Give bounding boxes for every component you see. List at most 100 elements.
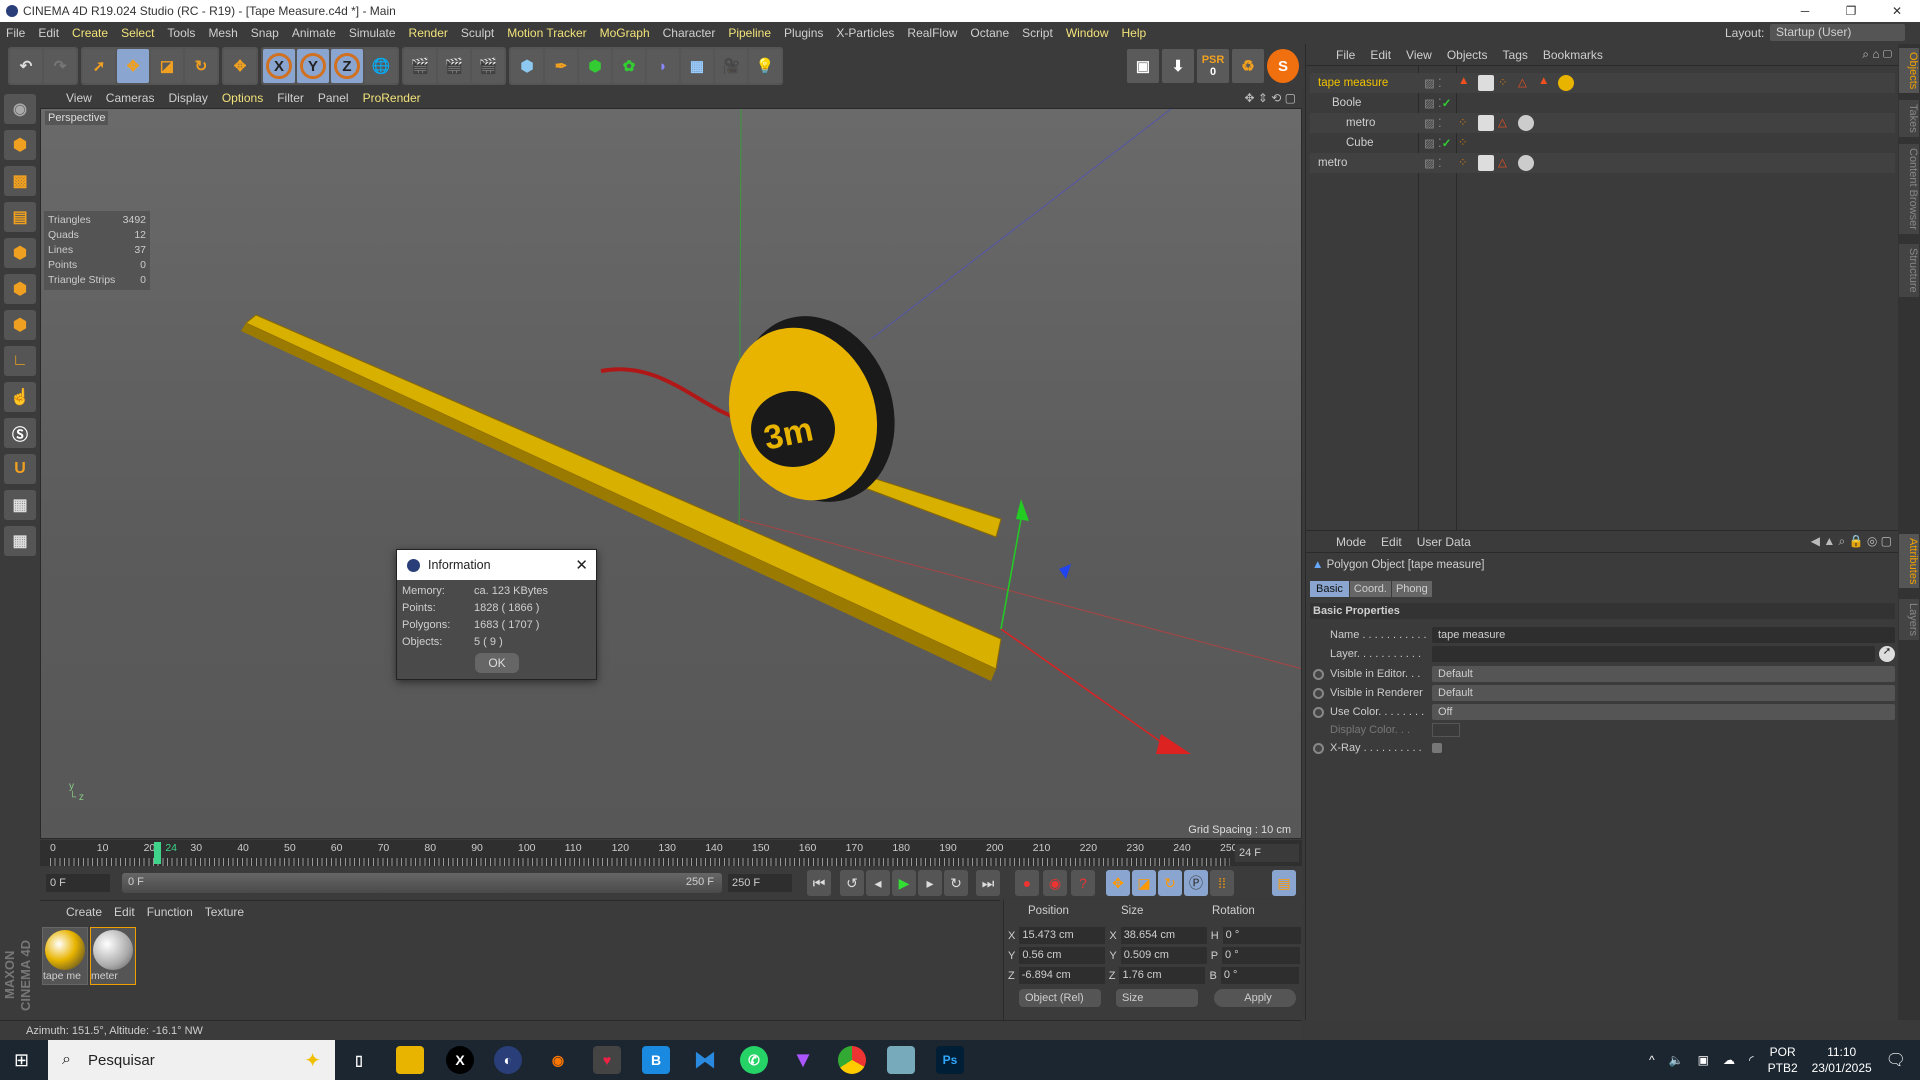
menu-script[interactable]: Script bbox=[1022, 26, 1053, 40]
material-tape-measure[interactable]: tape me bbox=[42, 927, 88, 985]
start-frame-field[interactable]: 0 F bbox=[46, 874, 110, 892]
render-settings-icon[interactable]: 🎬 bbox=[472, 49, 504, 83]
texture-tag-icon[interactable] bbox=[1478, 115, 1494, 131]
coordinate-mode-dropdown[interactable]: Object (Rel) bbox=[1019, 989, 1101, 1007]
taskbar-search[interactable]: ⌕ Pesquisar ✦ bbox=[48, 1040, 335, 1080]
recycle-icon[interactable]: ♻ bbox=[1232, 49, 1264, 83]
tab-coord[interactable]: Coord. bbox=[1349, 581, 1391, 597]
b-app-icon[interactable]: B bbox=[642, 1046, 670, 1074]
workplane-icon[interactable]: ▤ bbox=[4, 202, 36, 232]
viewport-menu-filter[interactable]: Filter bbox=[277, 91, 304, 105]
viewport-menu-cameras[interactable]: Cameras bbox=[106, 91, 155, 105]
polygon-selection-tag-icon[interactable]: ▲ bbox=[1538, 75, 1554, 91]
subdivision-icon[interactable]: ⬢ bbox=[579, 49, 611, 83]
s-plugin-icon[interactable]: S bbox=[1267, 49, 1299, 83]
use-color-dropdown[interactable]: Off bbox=[1432, 704, 1895, 720]
menu-x-particles[interactable]: X-Particles bbox=[836, 26, 894, 40]
uvw-tag-icon[interactable]: ⁘ bbox=[1458, 115, 1474, 131]
undo-icon[interactable]: ↶ bbox=[10, 49, 42, 83]
go-to-start-icon[interactable]: ⏮ bbox=[807, 870, 831, 896]
windows-start-icon[interactable]: ⊞ bbox=[14, 1050, 29, 1071]
frame-range-slider[interactable]: 0 F 250 F bbox=[122, 873, 722, 893]
material-meter[interactable]: meter bbox=[90, 927, 136, 985]
layout-dropdown[interactable]: Startup (User) bbox=[1770, 24, 1905, 41]
animate-radio[interactable] bbox=[1313, 687, 1324, 699]
obj-menu-objects[interactable]: Objects bbox=[1447, 48, 1488, 62]
vscode-icon[interactable]: ⧓ bbox=[691, 1046, 719, 1074]
menu-select[interactable]: Select bbox=[121, 26, 154, 40]
grid-icon[interactable]: ▦ bbox=[4, 526, 36, 556]
menu-help[interactable]: Help bbox=[1122, 26, 1147, 40]
heart-app-icon[interactable]: ♥ bbox=[593, 1046, 621, 1074]
selection-tag-icon[interactable]: △ bbox=[1498, 155, 1514, 171]
camera-tray-icon[interactable]: ▣ bbox=[1698, 1053, 1709, 1067]
menu-render[interactable]: Render bbox=[409, 26, 448, 40]
3d-viewport[interactable]: 3m Perspective Triangles 3492 Quads 12 Lin… bbox=[40, 108, 1302, 839]
y-axis-lock-icon[interactable]: Y bbox=[297, 49, 329, 83]
close-button[interactable]: ✕ bbox=[1874, 0, 1920, 22]
texture-mode-icon[interactable]: ▩ bbox=[4, 166, 36, 196]
cube-object-icon[interactable]: ⬢ bbox=[511, 49, 543, 83]
uvw-tag-icon[interactable]: ⁘ bbox=[1498, 75, 1514, 91]
key-parameter-icon[interactable]: Ⓟ bbox=[1184, 870, 1208, 896]
size-z-field[interactable]: 1.76 cm bbox=[1119, 967, 1206, 984]
uvw-tag-icon[interactable]: ⁘ bbox=[1458, 135, 1474, 151]
menu-snap[interactable]: Snap bbox=[251, 26, 279, 40]
snap-icon[interactable]: ▣ bbox=[1127, 49, 1159, 83]
key-position-icon[interactable]: ✥ bbox=[1106, 870, 1130, 896]
menu-character[interactable]: Character bbox=[663, 26, 716, 40]
menu-file[interactable]: File bbox=[6, 26, 25, 40]
object-row-cube[interactable]: Cube ▨ ⁚✓ ⁘ bbox=[1310, 133, 1895, 153]
rotation-b-field[interactable]: 0 ° bbox=[1220, 967, 1299, 984]
object-row-metro-2[interactable]: metro ▨ ⁚ ⁘ △ bbox=[1310, 153, 1895, 173]
onedrive-icon[interactable]: ☁ bbox=[1723, 1053, 1735, 1067]
material-menu-function[interactable]: Function bbox=[147, 905, 193, 919]
side-tab-attributes[interactable]: Attributes bbox=[1899, 534, 1919, 589]
wifi-icon[interactable]: ◜ bbox=[1749, 1053, 1754, 1067]
next-key-icon[interactable]: ↻ bbox=[944, 870, 968, 896]
timeline-ticks[interactable]: 0 10 20 24 30 40 50 60 70 80 90 100 110 120 130 140 150 1… bbox=[50, 840, 1238, 866]
move-tool-icon[interactable]: ✥ bbox=[117, 49, 149, 83]
volume-icon[interactable]: 🔈 bbox=[1669, 1053, 1684, 1067]
points-mode-icon[interactable]: ⬢ bbox=[4, 238, 36, 268]
display-color-swatch[interactable] bbox=[1432, 723, 1460, 737]
workplane-lock-icon[interactable]: ▦ bbox=[4, 490, 36, 520]
visible-in-renderer-dropdown[interactable]: Default bbox=[1432, 685, 1895, 701]
name-field[interactable]: tape measure bbox=[1432, 627, 1895, 643]
pen-spline-icon[interactable]: ✒ bbox=[545, 49, 577, 83]
light-icon[interactable]: 💡 bbox=[749, 49, 781, 83]
next-frame-icon[interactable]: ▸ bbox=[918, 870, 942, 896]
ok-button[interactable]: OK bbox=[475, 653, 519, 673]
play-icon[interactable]: ▶ bbox=[892, 870, 916, 896]
rotate-tool-icon[interactable]: ↻ bbox=[185, 49, 217, 83]
animate-radio[interactable] bbox=[1313, 668, 1324, 680]
dialog-close-icon[interactable]: ✕ bbox=[575, 556, 588, 574]
x-app-icon[interactable]: X bbox=[446, 1046, 474, 1074]
menu-realflow[interactable]: RealFlow bbox=[907, 26, 957, 40]
task-view-icon[interactable]: ▯ bbox=[345, 1046, 373, 1074]
attr-menu-edit[interactable]: Edit bbox=[1381, 535, 1402, 549]
attr-menu-mode[interactable]: Mode bbox=[1336, 535, 1366, 549]
timeline-window-icon[interactable]: ▤ bbox=[1272, 870, 1296, 896]
magnet-icon[interactable]: U bbox=[4, 454, 36, 484]
obj-search-home-icons[interactable]: ⌕ ⌂ ▢ bbox=[1862, 47, 1892, 62]
polygons-mode-icon[interactable]: ⬢ bbox=[4, 310, 36, 340]
cinema4d-app-icon[interactable]: ◐ bbox=[494, 1046, 522, 1074]
viewport-menu-view[interactable]: View bbox=[66, 91, 92, 105]
clock[interactable]: 11:10 23/01/2025 bbox=[1812, 1044, 1872, 1076]
size-x-field[interactable]: 38.654 cm bbox=[1120, 927, 1207, 944]
select-tool-icon[interactable]: ➚ bbox=[83, 49, 115, 83]
sculpt-mode-icon[interactable]: ◉ bbox=[4, 94, 36, 124]
menu-edit[interactable]: Edit bbox=[38, 26, 59, 40]
record-keys-icon[interactable]: ● bbox=[1015, 870, 1039, 896]
side-tab-objects[interactable]: Objects bbox=[1899, 48, 1919, 94]
layer-picker-icon[interactable]: ➚ bbox=[1879, 646, 1895, 662]
attr-nav-icons[interactable]: ◀ ▲ ⌕ 🔒 ◎ ▢ bbox=[1811, 534, 1892, 549]
layer-field[interactable] bbox=[1432, 646, 1875, 662]
photoshop-icon[interactable]: Ps bbox=[936, 1046, 964, 1074]
psr-indicator[interactable]: PSR 0 bbox=[1197, 49, 1229, 83]
edges-mode-icon[interactable]: ⬢ bbox=[4, 274, 36, 304]
material-tag-icon[interactable] bbox=[1558, 75, 1574, 91]
size-y-field[interactable]: 0.509 cm bbox=[1120, 947, 1207, 964]
object-row-tape-measure[interactable]: tape measure ▨ ⁚ ▲ ⁘ △ ▲ bbox=[1310, 73, 1895, 93]
